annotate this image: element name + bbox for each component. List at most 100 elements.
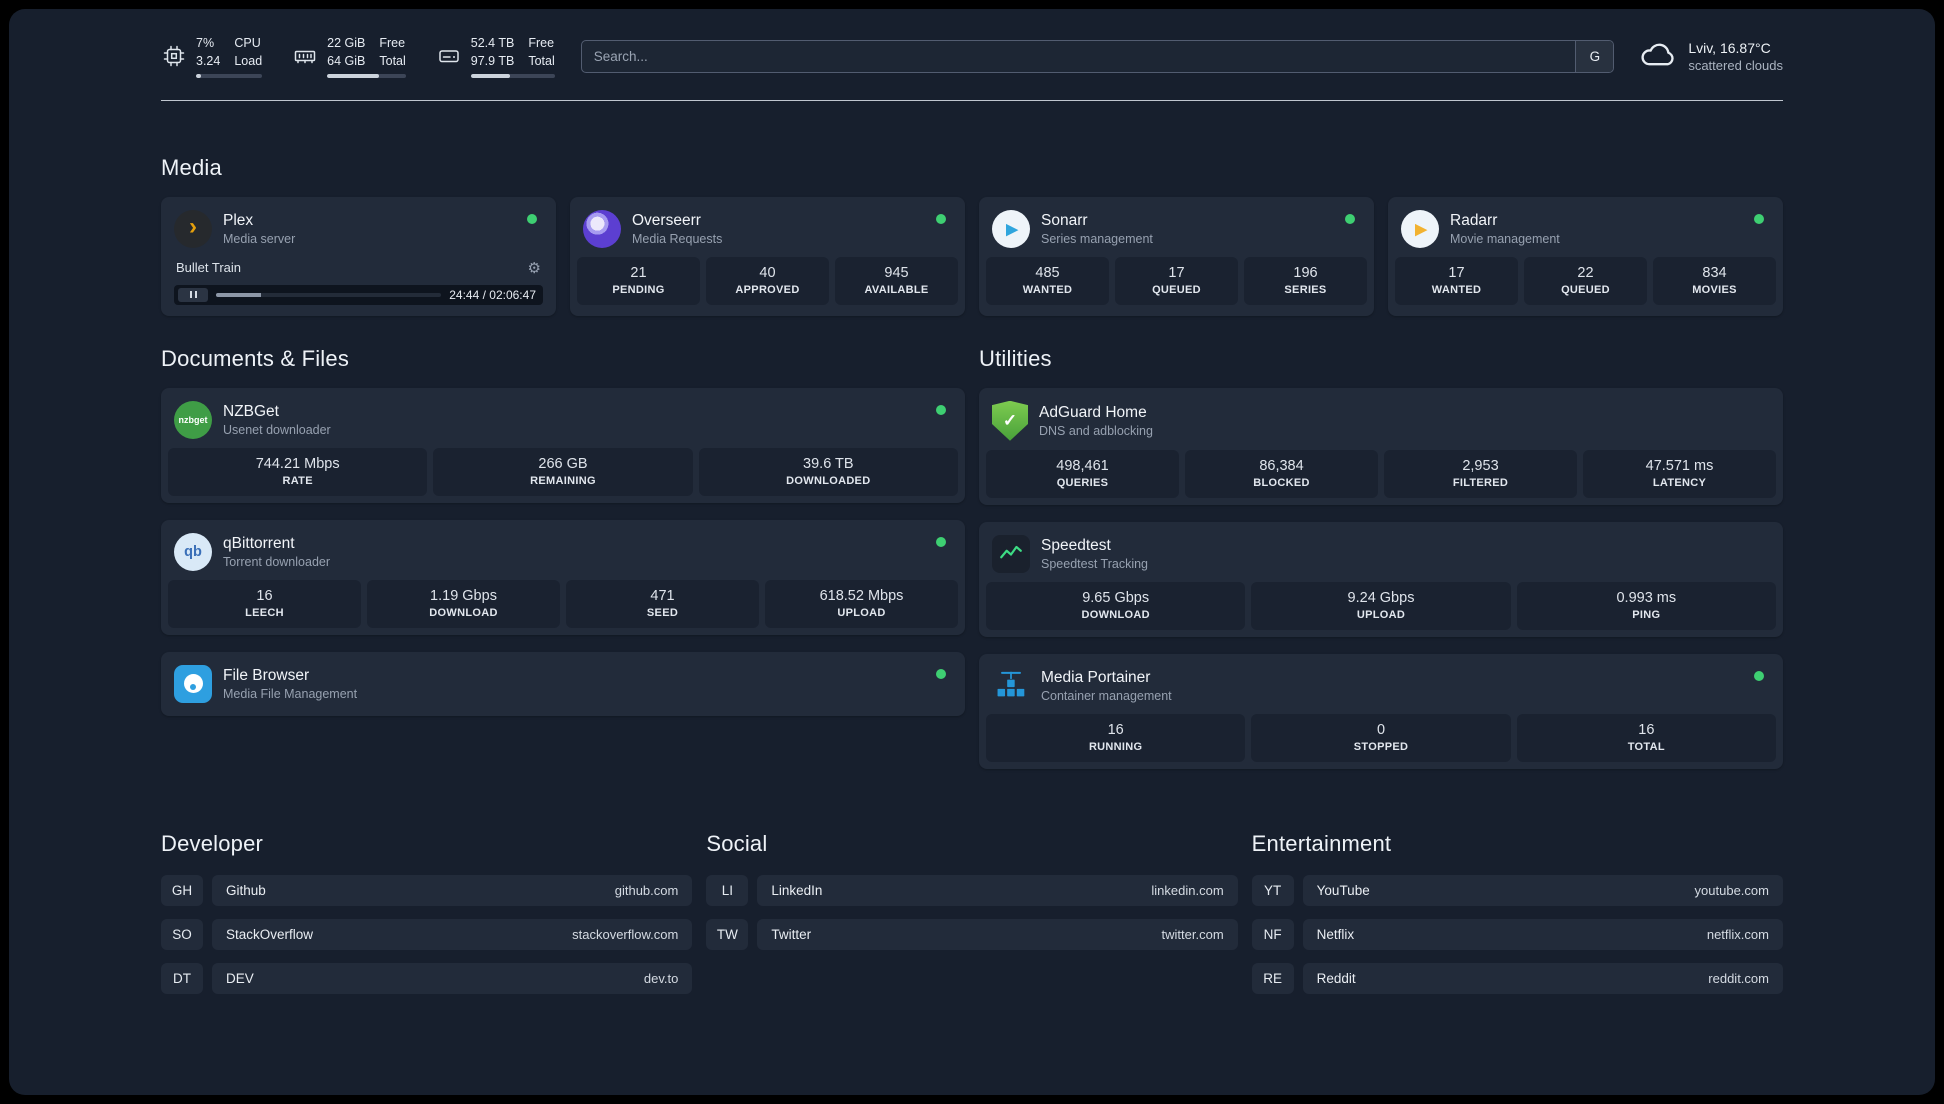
memory-icon: [292, 43, 318, 69]
bookmark-github[interactable]: GH Github github.com: [161, 874, 693, 906]
bookmark-twitter[interactable]: TW Twitter twitter.com: [706, 918, 1238, 950]
bookmark-name: YouTube: [1316, 882, 1370, 898]
nzbget-link[interactable]: nzbget NZBGet Usenet downloader: [168, 395, 958, 448]
bookmark-url: reddit.com: [1708, 970, 1769, 986]
qbittorrent-card: qb qBittorrent Torrent downloader 16 LEEC…: [161, 519, 965, 635]
bookmark-abbr: RE: [1251, 962, 1294, 994]
service-desc: Media Requests: [632, 231, 723, 246]
service-desc: DNS and adblocking: [1039, 423, 1153, 438]
speedtest-link[interactable]: Speedtest Speedtest Tracking: [986, 529, 1776, 582]
adguard-shield-icon: ✓: [992, 400, 1028, 441]
search-input[interactable]: [581, 40, 1576, 72]
playback-time: 24:44 / 02:06:47: [449, 287, 536, 302]
stat-box: 485 WANTED: [986, 256, 1109, 305]
sonarr-icon: ▶: [992, 209, 1030, 248]
section-title-media: Media: [161, 154, 222, 180]
speedtest-card: Speedtest Speedtest Tracking 9.65 Gbps DO…: [979, 521, 1783, 637]
service-desc: Media server: [223, 231, 296, 246]
bookmark-dev[interactable]: DT DEV dev.to: [161, 962, 693, 994]
pause-button[interactable]: [178, 287, 208, 302]
speedtest-icon: [992, 534, 1030, 573]
stat-box: 86,384 BLOCKED: [1185, 449, 1378, 498]
cpu-load-label: Load: [234, 53, 263, 68]
bookmark-reddit[interactable]: RE Reddit reddit.com: [1251, 962, 1783, 994]
plex-now-playing: Bullet Train ⚙ 24:44 / 02:06:47: [168, 257, 549, 309]
section-title-developer: Developer: [161, 830, 264, 856]
portainer-card: Media Portainer Container management 16 R…: [979, 653, 1783, 769]
adguard-card: ✓ AdGuard Home DNS and adblocking 498,46…: [979, 387, 1783, 505]
service-name: qBittorrent: [223, 534, 295, 552]
bookmark-name: DEV: [226, 970, 254, 986]
qbittorrent-link[interactable]: qb qBittorrent Torrent downloader: [168, 527, 958, 580]
stat-box: 1.19 Gbps DOWNLOAD: [367, 579, 560, 628]
cpu-widget: 7% 3.24 CPU Load: [161, 35, 263, 78]
bookmark-name: Github: [226, 882, 266, 898]
weather-condition: scattered clouds: [1688, 57, 1783, 73]
playback-bar: 24:44 / 02:06:47: [174, 284, 543, 305]
seek-bar: [216, 292, 442, 297]
stat-box: 471 SEED: [566, 579, 759, 628]
bookmark-netflix[interactable]: NF Netflix netflix.com: [1251, 918, 1783, 950]
search-provider-button[interactable]: G: [1575, 40, 1614, 72]
service-name: File Browser: [223, 666, 310, 684]
service-desc: Media File Management: [223, 686, 358, 701]
bookmark-stackoverflow[interactable]: SO StackOverflow stackoverflow.com: [161, 918, 693, 950]
gear-icon[interactable]: ⚙: [528, 259, 541, 277]
service-desc: Speedtest Tracking: [1041, 556, 1149, 571]
bookmark-name: Reddit: [1316, 970, 1356, 986]
status-dot: [936, 536, 946, 547]
bookmark-name: LinkedIn: [771, 882, 823, 898]
search-bar[interactable]: G: [580, 39, 1615, 73]
section-title-entertainment: Entertainment: [1251, 830, 1392, 856]
bookmark-name: Netflix: [1316, 926, 1355, 942]
top-bar: 7% 3.24 CPU Load 22 GiB 64 GiB Free Tota…: [161, 35, 1783, 78]
bookmark-youtube[interactable]: YT YouTube youtube.com: [1251, 874, 1783, 906]
section-title-social: Social: [706, 830, 768, 856]
status-dot: [1754, 213, 1764, 224]
check-glyph: ✓: [1002, 410, 1018, 430]
service-name: NZBGet: [223, 402, 279, 420]
stat-box: 618.52 Mbps UPLOAD: [765, 579, 958, 628]
memory-total-value: 64 GiB: [327, 53, 366, 68]
status-dot: [1345, 213, 1355, 224]
filebrowser-icon: [174, 664, 212, 703]
stat-box: 266 GB REMAINING: [433, 447, 693, 496]
cpu-usage-label: CPU: [234, 36, 261, 50]
stat-box: 17 QUEUED: [1115, 256, 1238, 305]
seek-fill: [216, 292, 262, 297]
overseerr-link[interactable]: Overseerr Media Requests: [577, 204, 958, 257]
developer-bookmarks: Developer GH Github github.com SO StackOv…: [161, 830, 693, 994]
bookmark-url: linkedin.com: [1151, 882, 1224, 898]
adguard-link[interactable]: ✓ AdGuard Home DNS and adblocking: [986, 395, 1776, 450]
bookmark-name: Twitter: [771, 926, 812, 942]
documents-section: Documents & Files nzbget NZBGet Usenet d…: [161, 346, 965, 769]
stat-box: 17 WANTED: [1395, 256, 1518, 305]
cpu-usage-value: 7%: [196, 36, 215, 50]
filebrowser-card: File Browser Media File Management: [161, 651, 965, 716]
bookmark-url: github.com: [614, 882, 679, 898]
filebrowser-link[interactable]: File Browser Media File Management: [168, 659, 958, 709]
bookmark-abbr: TW: [706, 918, 749, 950]
nzbget-card: nzbget NZBGet Usenet downloader 744.21 M…: [161, 387, 965, 503]
stat-box: 21 PENDING: [577, 256, 700, 305]
header-divider: [161, 99, 1783, 101]
stat-box: 47.571 ms LATENCY: [1583, 449, 1776, 498]
service-name: Media Portainer: [1041, 668, 1151, 686]
radarr-play-glyph: ▶: [1415, 220, 1427, 238]
bookmark-linkedin[interactable]: LI LinkedIn linkedin.com: [706, 874, 1238, 906]
sonarr-link[interactable]: ▶ Sonarr Series management: [986, 204, 1367, 257]
portainer-link[interactable]: Media Portainer Container management: [986, 661, 1776, 714]
radarr-card: ▶ Radarr Movie management 17 WANTED 22 QUE…: [1388, 196, 1783, 316]
nzbget-icon: nzbget: [174, 400, 212, 439]
disk-progress-fill: [470, 73, 511, 78]
disk-free-label: Free: [528, 36, 555, 50]
bookmark-url: stackoverflow.com: [572, 926, 679, 942]
stat-box: 9.24 Gbps UPLOAD: [1251, 581, 1511, 630]
disk-total-value: 97.9 TB: [470, 53, 515, 68]
stat-box: 834 MOVIES: [1653, 256, 1776, 305]
section-title-documents: Documents & Files: [161, 345, 350, 371]
stat-box: 40 APPROVED: [706, 256, 829, 305]
bookmark-abbr: LI: [706, 874, 749, 906]
plex-link[interactable]: › Plex Media server: [168, 204, 549, 257]
radarr-link[interactable]: ▶ Radarr Movie management: [1395, 204, 1776, 257]
